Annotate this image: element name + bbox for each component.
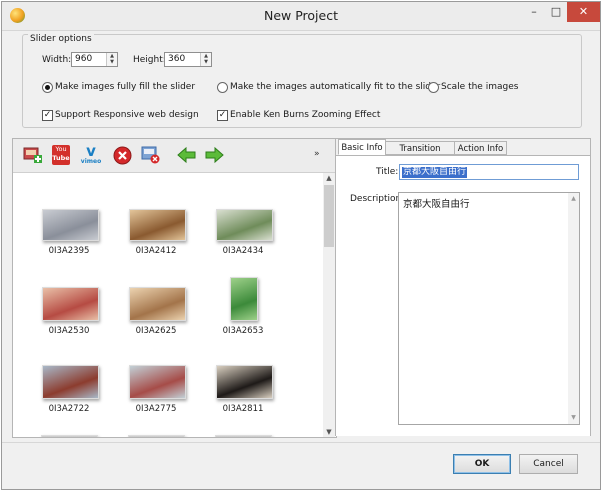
- height-stepper-arrows[interactable]: ▲ ▼: [200, 53, 211, 66]
- image-thumbnail[interactable]: [128, 435, 185, 437]
- image-thumbnail[interactable]: [41, 209, 99, 241]
- image-toolbar: You Tube v vimeo »: [13, 139, 336, 173]
- image-name-label: 0I3A2412: [135, 246, 177, 256]
- image-thumbnail[interactable]: [128, 365, 186, 399]
- title-bar: New Project – □ ✕: [2, 2, 600, 31]
- footer-divider: [2, 442, 600, 443]
- new-project-dialog: New Project – □ ✕ Slider options Width: …: [1, 1, 601, 490]
- height-label: Height:: [133, 55, 166, 65]
- ken-burns-checkbox[interactable]: ✓: [217, 110, 228, 121]
- arrow-right-icon: [205, 146, 224, 164]
- scale-images-radio[interactable]: [428, 82, 439, 93]
- toolbar-overflow-button[interactable]: »: [314, 149, 320, 159]
- window-title: New Project: [263, 8, 338, 23]
- scroll-down-icon[interactable]: ▼: [568, 414, 579, 421]
- height-stepper[interactable]: 360 ▲ ▼: [164, 52, 212, 67]
- image-thumbnail[interactable]: [215, 365, 273, 399]
- tab-action-info[interactable]: Action Info: [454, 141, 507, 155]
- slider-options-group: Slider options Width: 960 ▲ ▼ Height: 36…: [22, 34, 582, 128]
- image-name-label: 0I3A2775: [135, 404, 177, 414]
- tab-transition-effect[interactable]: Transition Effect: [385, 141, 455, 168]
- title-field[interactable]: 京都大阪自由行: [399, 164, 579, 180]
- image-thumbnail[interactable]: [230, 277, 258, 321]
- image-thumbnail[interactable]: [128, 209, 186, 241]
- scroll-up-icon[interactable]: ▲: [323, 173, 335, 183]
- tab-basic-info[interactable]: Basic Info: [338, 139, 386, 155]
- vimeo-button[interactable]: v vimeo: [80, 144, 102, 166]
- youtube-line2: Tube: [52, 154, 70, 162]
- image-name-label: 0I3A2395: [48, 246, 90, 256]
- responsive-checkbox[interactable]: ✓: [42, 110, 53, 121]
- image-thumbnail[interactable]: [41, 365, 99, 399]
- responsive-label: Support Responsive web design: [55, 110, 199, 120]
- height-value: 360: [168, 54, 186, 64]
- add-image-icon: [23, 147, 42, 163]
- ok-button[interactable]: OK: [453, 454, 511, 474]
- slider-options-legend: Slider options: [28, 34, 94, 44]
- move-right-button[interactable]: [204, 146, 224, 164]
- image-list-scrollbar[interactable]: ▲ ▼: [323, 173, 335, 437]
- image-name-label: 0I3A2625: [135, 326, 177, 336]
- width-label: Width:: [42, 55, 72, 65]
- image-name-label: 0I3A2811: [222, 404, 264, 414]
- image-grid: 0I3A2395 0I3A2412 0I3A2434 0I3A2530 0I3A2625…: [13, 173, 323, 437]
- youtube-line1: You: [55, 145, 67, 153]
- fit-slider-label: Make the images automatically fit to the…: [230, 82, 441, 92]
- width-stepper[interactable]: 960 ▲ ▼: [71, 52, 118, 67]
- image-thumbnail[interactable]: [41, 435, 98, 437]
- vimeo-icon: v: [86, 142, 96, 160]
- image-name-label: 0I3A2434: [222, 246, 264, 256]
- close-button[interactable]: ✕: [567, 2, 600, 22]
- title-value: 京都大阪自由行: [402, 167, 468, 178]
- arrow-left-icon: [177, 146, 196, 164]
- delete-button[interactable]: [113, 146, 132, 165]
- image-thumbnail[interactable]: [215, 435, 272, 437]
- scrollbar-thumb[interactable]: [324, 185, 334, 247]
- move-left-button[interactable]: [177, 146, 196, 164]
- vimeo-label: vimeo: [80, 158, 102, 165]
- image-name-label: 0I3A2530: [48, 326, 90, 336]
- title-label: Title:: [376, 167, 399, 177]
- fit-slider-radio[interactable]: [217, 82, 228, 93]
- image-name-label: 0I3A2653: [222, 326, 264, 336]
- arrow-down-icon[interactable]: ▼: [107, 59, 117, 65]
- image-thumbnail[interactable]: [128, 287, 186, 321]
- description-scrollbar[interactable]: ▲ ▼: [568, 193, 579, 424]
- width-value: 960: [75, 54, 93, 64]
- cancel-button[interactable]: Cancel: [519, 454, 578, 474]
- image-thumbnail[interactable]: [215, 209, 273, 241]
- fill-slider-label: Make images fully fill the slider: [55, 82, 196, 92]
- arrow-down-icon[interactable]: ▼: [201, 59, 211, 65]
- description-label: Description:: [350, 194, 405, 204]
- image-name-label: 0I3A2722: [48, 404, 90, 414]
- image-details-pane: Basic Info Transition Effect Action Info…: [335, 138, 591, 436]
- scroll-up-icon[interactable]: ▲: [568, 195, 579, 202]
- image-list-pane: You Tube v vimeo » 0I3A2395 0I3A2412 0I3A2…: [12, 138, 337, 438]
- ken-burns-label: Enable Ken Burns Zooming Effect: [230, 110, 381, 120]
- basic-info-panel: Title: 京都大阪自由行 Description: 京都大阪自由行 ▲ ▼: [336, 155, 590, 436]
- fill-slider-radio[interactable]: [42, 82, 53, 93]
- scale-images-label: Scale the images: [441, 82, 519, 92]
- minimize-button[interactable]: –: [523, 2, 545, 22]
- delete-all-button[interactable]: [141, 146, 160, 164]
- description-value: 京都大阪自由行: [403, 199, 470, 210]
- maximize-button[interactable]: □: [545, 2, 567, 22]
- image-thumbnail[interactable]: [41, 287, 99, 321]
- delete-circle-icon: [113, 146, 132, 165]
- description-field[interactable]: 京都大阪自由行 ▲ ▼: [398, 192, 580, 425]
- scroll-down-icon[interactable]: ▼: [323, 427, 335, 437]
- add-image-button[interactable]: [23, 146, 42, 164]
- youtube-button[interactable]: You Tube: [52, 145, 70, 165]
- delete-images-icon: [141, 146, 160, 164]
- width-stepper-arrows[interactable]: ▲ ▼: [106, 53, 117, 66]
